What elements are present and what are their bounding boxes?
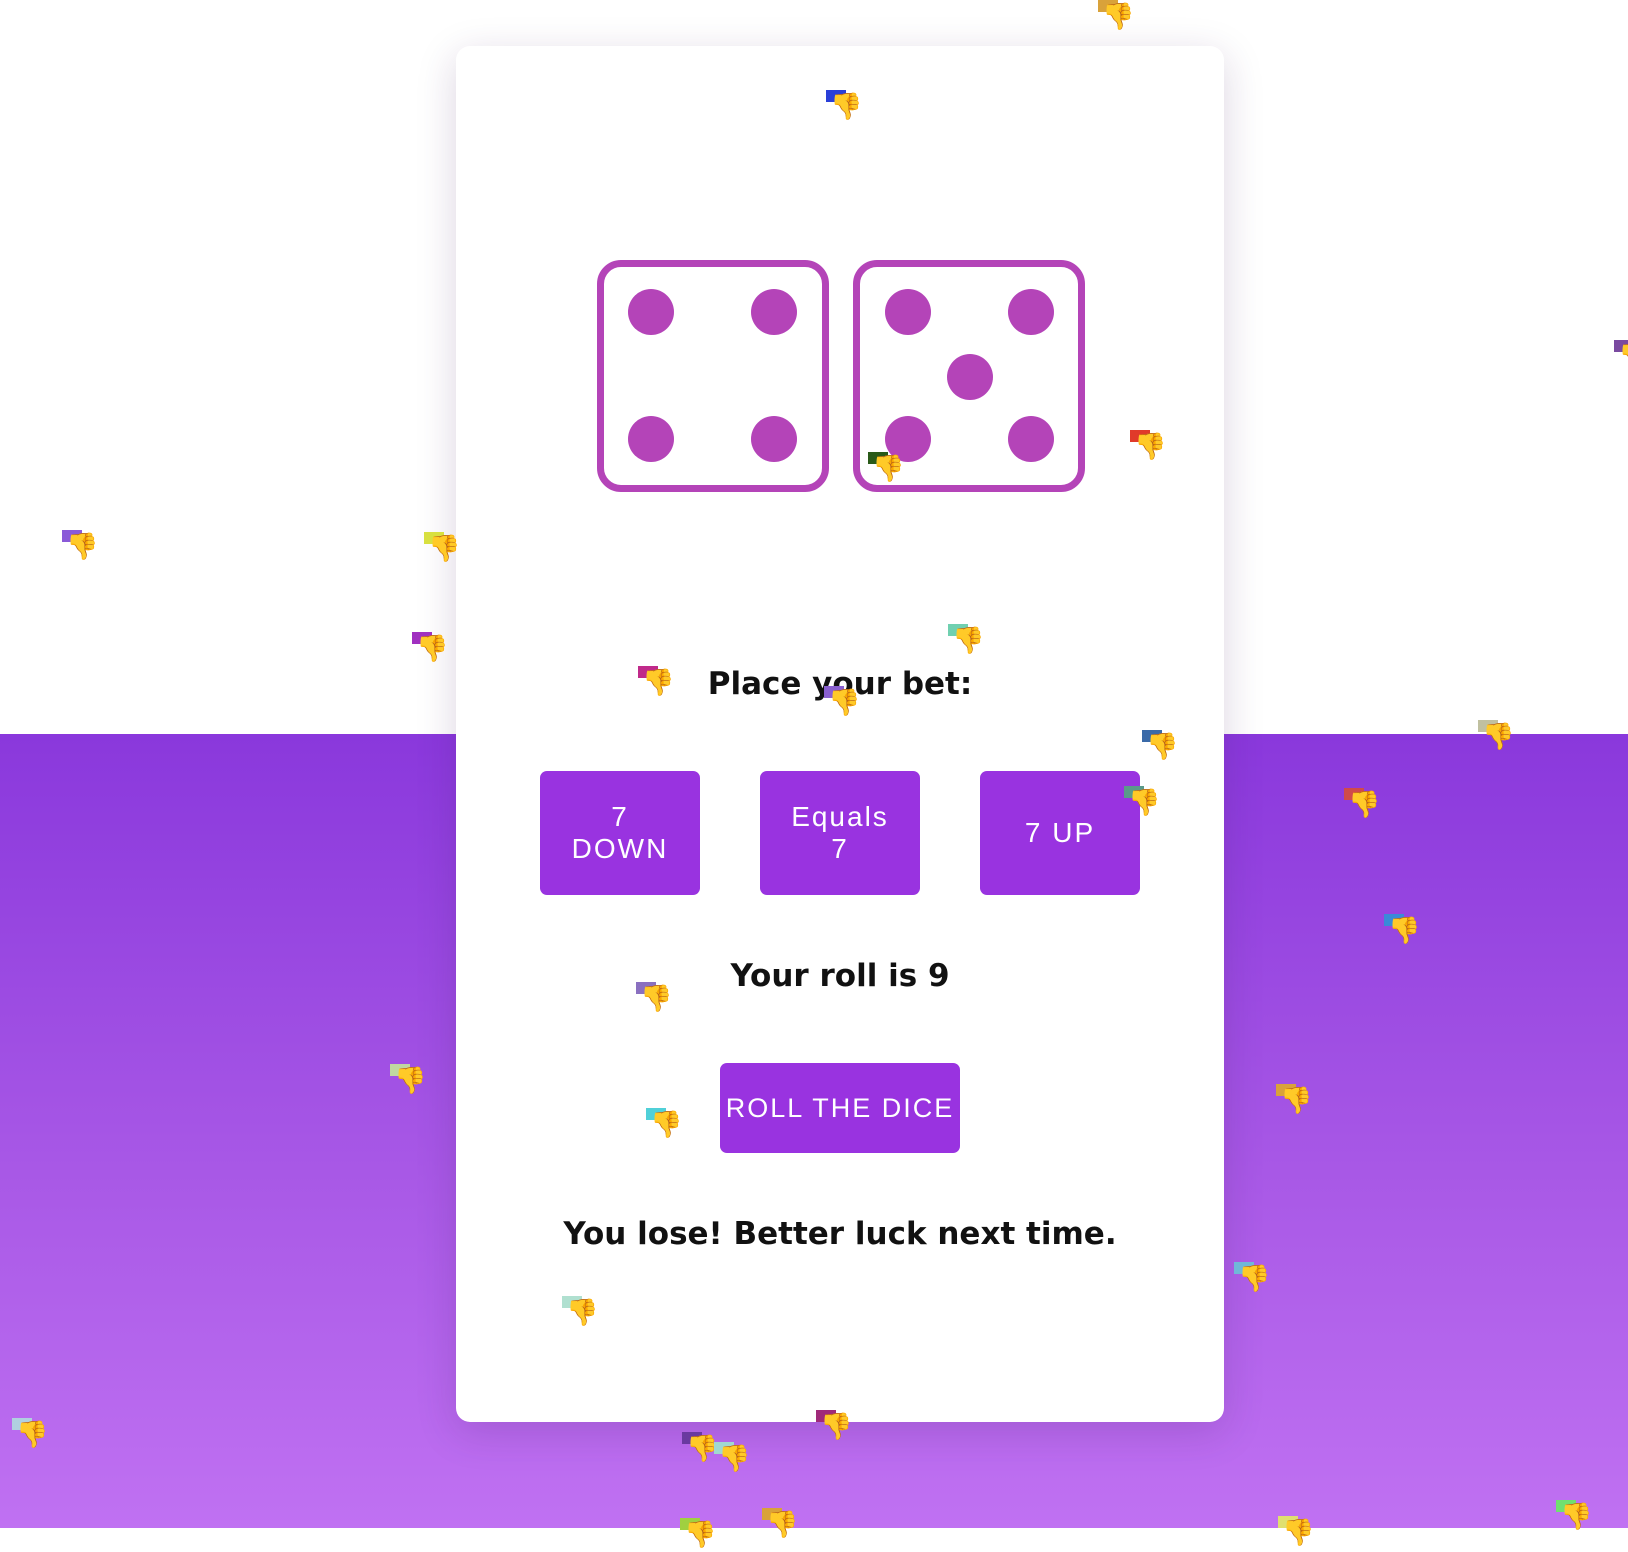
thumbs-down-icon: 👎 xyxy=(1344,788,1380,822)
die-left xyxy=(597,260,829,492)
bet-equals-7-button[interactable]: Equals 7 xyxy=(760,771,920,895)
die-pip xyxy=(1008,416,1054,462)
thumbs-down-icon: 👎 xyxy=(1130,430,1166,464)
die-pip xyxy=(1008,289,1054,335)
thumbs-down-icon: 👎 xyxy=(562,1296,598,1330)
die-pip xyxy=(628,416,674,462)
thumbs-down-icon: 👎 xyxy=(1384,914,1420,948)
thumbs-down-icon: 👎 xyxy=(636,982,672,1016)
roll-dice-button[interactable]: ROLL THE DICE xyxy=(720,1063,960,1153)
thumbs-down-icon: 👎 xyxy=(714,1442,750,1476)
thumbs-down-icon: 👎 xyxy=(868,452,904,486)
thumbs-down-icon: 👎 xyxy=(1142,730,1178,764)
die-pip xyxy=(628,289,674,335)
thumbs-down-icon: 👎 xyxy=(1478,720,1514,754)
thumbs-down-icon: 👎 xyxy=(12,1418,48,1452)
thumbs-down-icon: 👎 xyxy=(826,90,862,124)
thumbs-down-icon: 👎 xyxy=(646,1108,682,1142)
thumbs-down-icon: 👎 xyxy=(62,530,98,564)
thumbs-down-icon: 👎 xyxy=(762,1508,798,1542)
thumbs-down-icon: 👎 xyxy=(824,686,860,720)
thumbs-down-icon: 👎 xyxy=(1234,1262,1270,1296)
die-pip xyxy=(751,416,797,462)
thumbs-down-icon: 👎 xyxy=(1556,1500,1592,1534)
die-pip xyxy=(751,289,797,335)
thumbs-down-icon: 👎 xyxy=(682,1432,718,1466)
thumbs-down-icon: 👎 xyxy=(1614,340,1628,374)
die-pip xyxy=(947,354,993,400)
roll-result-text: Your roll is 9 xyxy=(730,958,950,994)
thumbs-down-icon: 👎 xyxy=(1276,1084,1312,1118)
thumbs-down-icon: 👎 xyxy=(424,532,460,566)
thumbs-down-icon: 👎 xyxy=(816,1410,852,1444)
thumbs-down-icon: 👎 xyxy=(1124,786,1160,820)
thumbs-down-icon: 👎 xyxy=(1278,1516,1314,1550)
thumbs-down-icon: 👎 xyxy=(1098,0,1134,34)
thumbs-down-icon: 👎 xyxy=(390,1064,426,1098)
bet-7-up-button[interactable]: 7 UP xyxy=(980,771,1140,895)
thumbs-down-icon: 👎 xyxy=(638,666,674,700)
game-card: Place your bet: 7 DOWN Equals 7 7 UP You… xyxy=(456,46,1224,1422)
die-pip xyxy=(885,289,931,335)
thumbs-down-icon: 👎 xyxy=(948,624,984,658)
game-outcome-message: You lose! Better luck next time. xyxy=(563,1216,1117,1252)
thumbs-down-icon: 👎 xyxy=(412,632,448,666)
thumbs-down-icon: 👎 xyxy=(680,1518,716,1552)
bet-7-down-button[interactable]: 7 DOWN xyxy=(540,771,700,895)
